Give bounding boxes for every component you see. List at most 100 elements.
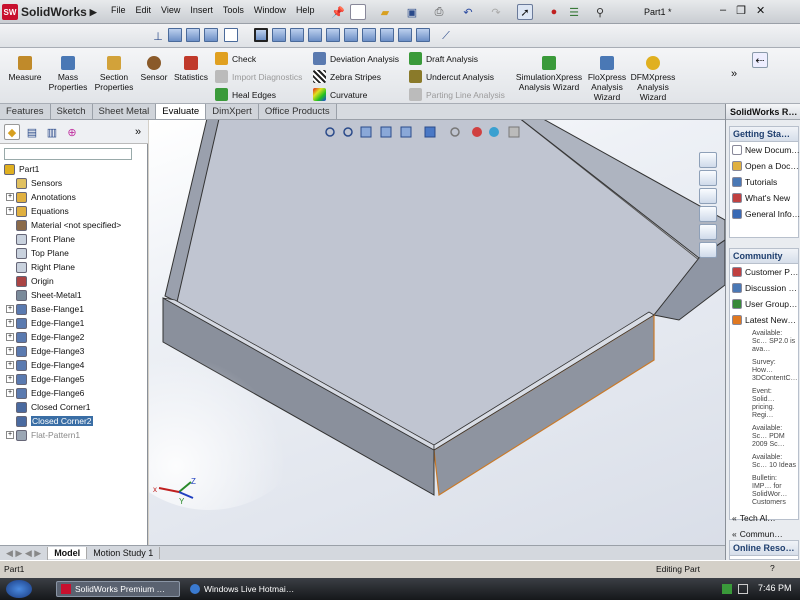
menu-window[interactable]: Window	[249, 5, 291, 15]
configuration-manager-tab-icon[interactable]: ▥	[44, 124, 60, 140]
design-library-icon[interactable]	[699, 170, 717, 186]
getting-started-link[interactable]: General Info…	[730, 206, 800, 222]
tab-model[interactable]: Model	[48, 547, 88, 559]
expand-toggle-icon[interactable]: +	[6, 333, 14, 341]
close-icon[interactable]: ✕	[756, 4, 765, 17]
front-view-icon[interactable]	[272, 28, 286, 42]
expand-toggle-icon[interactable]: +	[6, 207, 14, 215]
measure-button[interactable]: Measure	[4, 56, 46, 82]
top-view-icon[interactable]	[344, 28, 358, 42]
bottom-view-icon[interactable]	[362, 28, 376, 42]
expand-toggle-icon[interactable]: +	[6, 305, 14, 313]
taskbar-item-solidworks[interactable]: SolidWorks Premium …	[56, 581, 180, 597]
view-settings-icon[interactable]	[224, 28, 238, 42]
tree-node[interactable]: + Edge-Flange4	[0, 358, 148, 372]
menu-edit[interactable]: Edit	[131, 5, 157, 15]
status-help-icon[interactable]: ?	[770, 563, 775, 573]
view-palette-icon[interactable]	[699, 206, 717, 222]
feature-tree-tab-icon[interactable]: ◆	[4, 124, 20, 140]
menu-help[interactable]: Help	[291, 5, 320, 15]
tab-sheet-metal[interactable]: Sheet Metal	[92, 104, 157, 119]
minimize-icon[interactable]: –	[720, 4, 726, 17]
simulationxpress-button[interactable]: SimulationXpress Analysis Wizard	[514, 56, 584, 92]
heal-edges-button[interactable]: Heal Edges	[215, 88, 276, 101]
news-item[interactable]: Available: Sc… PDM 2009 Sc…	[730, 423, 798, 452]
restore-icon[interactable]: ❐	[736, 4, 746, 17]
tree-node[interactable]: + Edge-Flange2	[0, 330, 148, 344]
isometric-view-icon[interactable]	[380, 28, 394, 42]
trimetric-view-icon[interactable]	[398, 28, 412, 42]
tree-node[interactable]: + Edge-Flange5	[0, 372, 148, 386]
undo-icon[interactable]: ↶	[460, 4, 476, 20]
community-header[interactable]: Community	[730, 249, 798, 264]
news-item[interactable]: Bulletin: IMP… for SolidWor… Customers	[730, 473, 798, 510]
sensor-button[interactable]: Sensor	[138, 56, 170, 82]
expand-toggle-icon[interactable]: +	[6, 361, 14, 369]
back-view-icon[interactable]	[290, 28, 304, 42]
viewport-minimize-icon[interactable]: –	[655, 120, 661, 123]
zebra-stripes-button[interactable]: Zebra Stripes	[313, 70, 381, 83]
menu-view[interactable]: View	[156, 5, 185, 15]
taskbar-item-hotmail[interactable]: Windows Live Hotmai…	[186, 581, 310, 597]
tree-node[interactable]: + Flat-Pattern1	[0, 428, 148, 442]
menu-tools[interactable]: Tools	[218, 5, 249, 15]
feature-filter-input[interactable]	[4, 148, 132, 160]
tree-node[interactable]: Right Plane	[0, 260, 148, 274]
property-manager-tab-icon[interactable]: ▤	[24, 124, 40, 140]
floxpress-button[interactable]: FloXpress Analysis Wizard	[586, 56, 628, 102]
app-logo[interactable]: SW SolidWorks ▶	[2, 2, 102, 22]
tree-node[interactable]: + Edge-Flange1	[0, 316, 148, 330]
undercut-analysis-button[interactable]: Undercut Analysis	[409, 70, 494, 83]
online-resources-header[interactable]: Online Reso…	[730, 541, 798, 556]
tree-node[interactable]: Closed Corner1	[0, 400, 148, 414]
task-pane-options-icon[interactable]: ⇠	[752, 52, 768, 68]
new-document-icon[interactable]	[350, 4, 366, 20]
left-view-icon[interactable]	[308, 28, 322, 42]
pin-icon[interactable]: 📌	[330, 4, 346, 20]
community-more-link[interactable]: «Tech Al…	[730, 510, 798, 526]
tree-node[interactable]: Part1	[0, 162, 148, 176]
news-item[interactable]: Available: Sc… SP2.0 is ava…	[730, 328, 798, 357]
file-properties-icon[interactable]: ☰	[566, 4, 582, 20]
dimxpert-manager-tab-icon[interactable]: ⊕	[64, 124, 80, 140]
tree-node[interactable]: + Edge-Flange6	[0, 386, 148, 400]
tree-node[interactable]: Material <not specified>	[0, 218, 148, 232]
rebuild-icon[interactable]: ●	[546, 4, 562, 20]
tree-node[interactable]: Origin	[0, 274, 148, 288]
tree-node[interactable]: Top Plane	[0, 246, 148, 260]
tab-office-products[interactable]: Office Products	[258, 104, 337, 119]
deviation-analysis-button[interactable]: Deviation Analysis	[313, 52, 399, 65]
tree-node[interactable]: Sensors	[0, 176, 148, 190]
view-orientation-icon[interactable]: ⊥	[150, 28, 166, 44]
right-view-icon[interactable]	[326, 28, 340, 42]
tree-node[interactable]: Sheet-Metal1	[0, 288, 148, 302]
news-item[interactable]: Survey: How… 3DContentC…	[730, 357, 798, 386]
tree-node[interactable]: + Base-Flange1	[0, 302, 148, 316]
tree-node[interactable]: Closed Corner2	[0, 414, 148, 428]
getting-started-link[interactable]: What's New	[730, 190, 798, 206]
getting-started-link[interactable]: Open a Doc…	[730, 158, 799, 174]
community-link[interactable]: Latest New…	[730, 312, 798, 328]
shaded-icon[interactable]	[204, 28, 218, 42]
tree-node[interactable]: + Equations	[0, 204, 148, 218]
custom-properties-icon[interactable]	[699, 242, 717, 258]
sheet-metal-part-model[interactable]: x Y Z	[149, 120, 725, 545]
tab-motion-study-1[interactable]: Motion Study 1	[87, 547, 161, 559]
command-manager-overflow[interactable]: »	[731, 68, 737, 80]
tree-node[interactable]: + Edge-Flange3	[0, 344, 148, 358]
draft-analysis-button[interactable]: Draft Analysis	[409, 52, 478, 65]
getting-started-link[interactable]: Tutorials	[730, 174, 798, 190]
tab-evaluate[interactable]: Evaluate	[156, 104, 207, 119]
statistics-button[interactable]: Statistics	[172, 56, 210, 82]
options-icon[interactable]: ⚲	[592, 4, 608, 20]
appearances-icon[interactable]	[699, 224, 717, 240]
tab-features[interactable]: Features	[0, 104, 51, 119]
open-icon[interactable]: ▰	[377, 4, 393, 20]
expand-panel-icon[interactable]: »	[130, 124, 146, 140]
tab-sketch[interactable]: Sketch	[50, 104, 93, 119]
expand-toggle-icon[interactable]: +	[6, 193, 14, 201]
curvature-button[interactable]: Curvature	[313, 88, 367, 101]
select-cursor-icon[interactable]: ➚	[517, 4, 533, 20]
standard-view-icon[interactable]	[254, 28, 268, 42]
print-icon[interactable]: ⎙	[431, 4, 447, 20]
